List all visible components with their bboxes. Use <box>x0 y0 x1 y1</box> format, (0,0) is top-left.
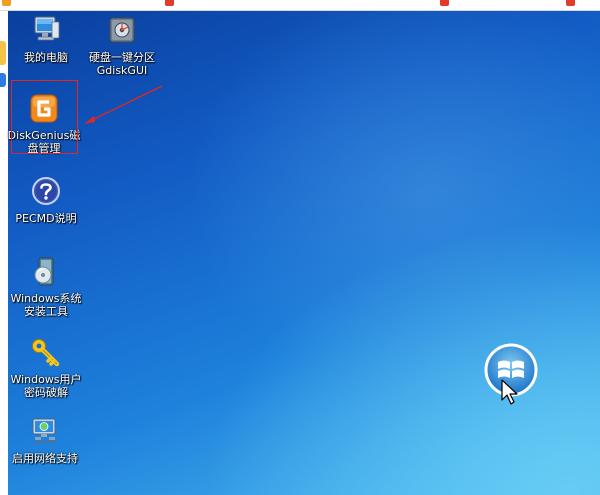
computer-icon <box>34 16 60 41</box>
network-icon <box>32 418 56 443</box>
icon-label: 我的电脑 <box>24 51 68 64</box>
key-icon <box>32 339 60 367</box>
tab-icon <box>566 0 575 6</box>
icon-label: 启用网络支持 <box>12 452 78 465</box>
desktop-icon-gdisk[interactable]: 硬盘一键分区 GdiskGUI <box>82 14 162 77</box>
icon-label: Windows用户 <box>10 373 82 386</box>
tab-icon <box>440 0 449 6</box>
desktop-icon-windows-password[interactable]: Windows用户 密码破解 <box>6 336 86 399</box>
tab-1[interactable] <box>2 0 14 6</box>
desktop-icon-windows-install[interactable]: Windows系统 安装工具 <box>6 255 86 318</box>
disk-partition-icon <box>109 17 135 43</box>
icon-label: 安装工具 <box>24 305 68 318</box>
icon-label: Windows系统 <box>10 292 82 305</box>
icon-label: GdiskGUI <box>96 64 148 77</box>
tab-4[interactable] <box>566 0 578 6</box>
mouse-cursor-icon <box>501 379 518 405</box>
install-disc-icon <box>34 257 54 286</box>
desktop-icon-network[interactable]: 启用网络支持 <box>5 415 85 465</box>
tab-icon <box>2 0 11 6</box>
icon-label: PECMD说明 <box>15 212 77 225</box>
annotation-highlight-box <box>11 80 78 154</box>
icon-label: 密码破解 <box>24 386 68 399</box>
icon-label: 硬盘一键分区 <box>89 51 155 64</box>
desktop-icon-pecmd[interactable]: PECMD说明 <box>6 175 86 225</box>
browser-tab-strip <box>0 0 600 11</box>
tab-icon <box>165 0 174 6</box>
panel-marker <box>0 73 6 87</box>
tab-2[interactable] <box>165 0 177 6</box>
tab-3[interactable] <box>440 0 452 6</box>
help-icon <box>32 177 60 205</box>
annotation-arrow <box>84 85 163 124</box>
desktop-icon-my-computer[interactable]: 我的电脑 <box>6 14 86 64</box>
